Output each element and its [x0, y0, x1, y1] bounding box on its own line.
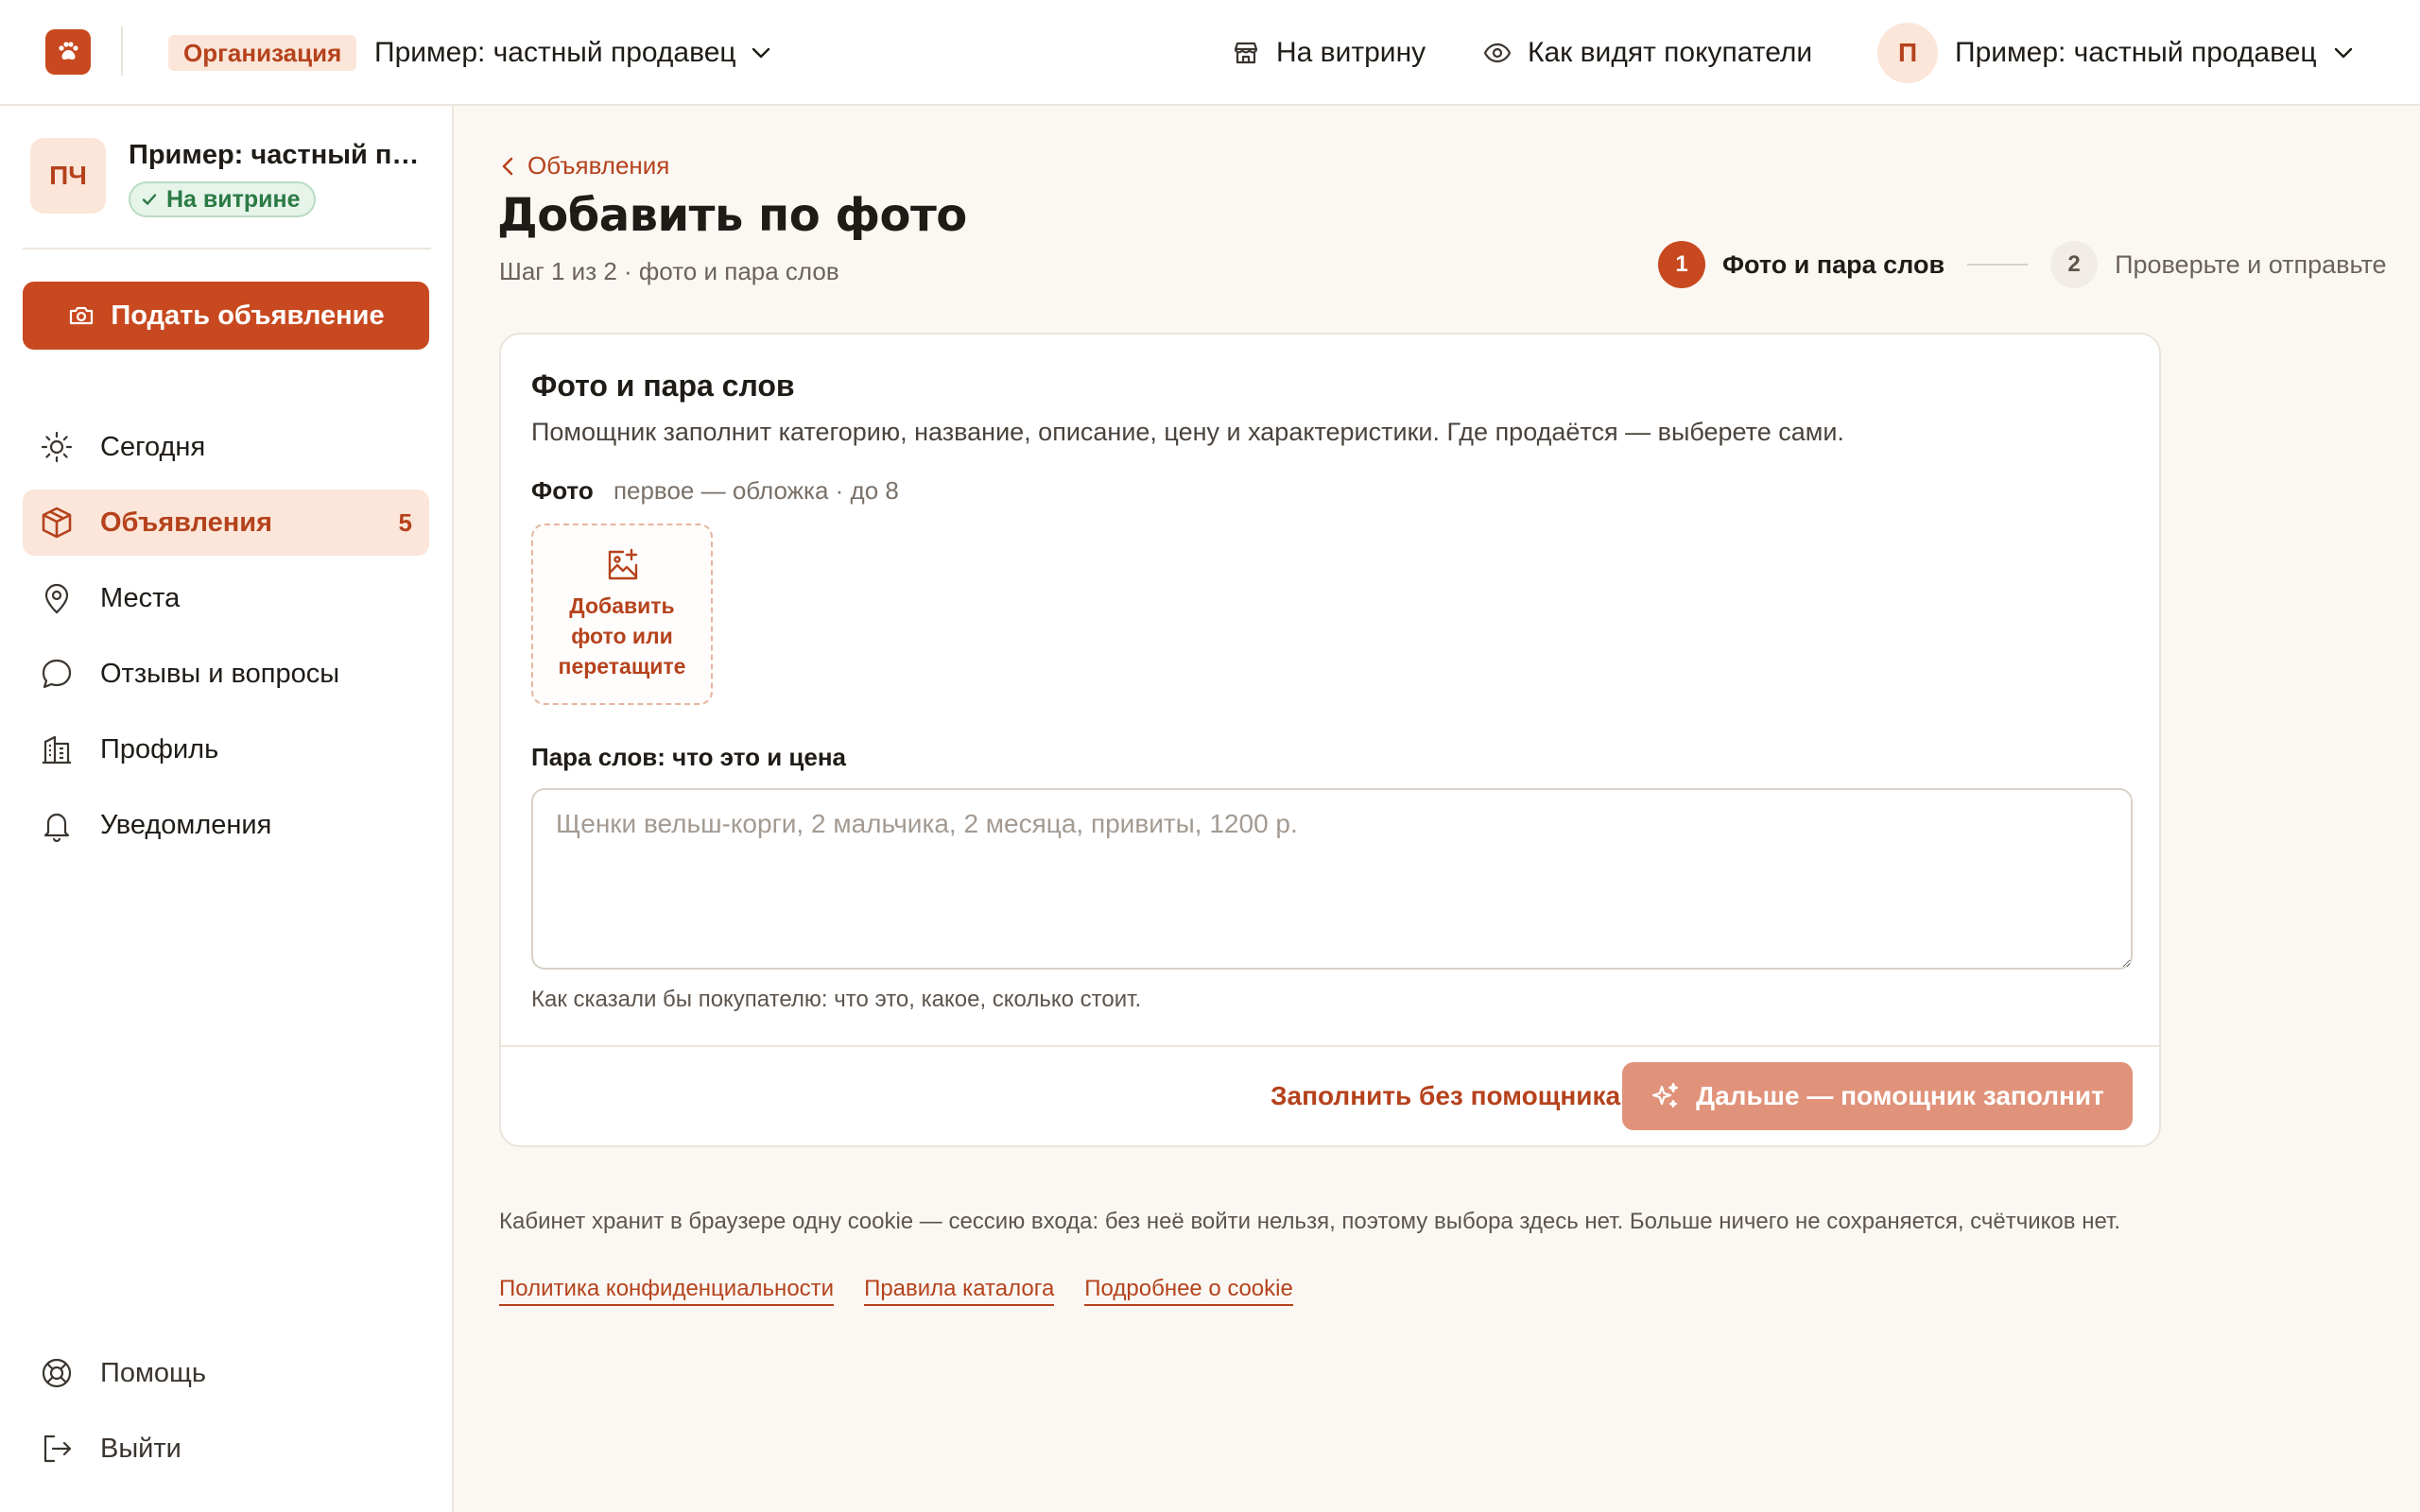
bell-icon — [38, 806, 76, 844]
card-footer-divider — [501, 1045, 2159, 1047]
storefront-link-label: На витрину — [1276, 37, 1426, 68]
building-icon — [38, 730, 76, 768]
post-listing-label: Подать объявление — [111, 300, 385, 331]
step-1-label: Фото и пара слов — [1722, 249, 1945, 279]
status-badge: На витрине — [129, 181, 316, 217]
sidebar-divider — [23, 248, 431, 249]
fill-manually-button[interactable]: Заполнить без помощника — [1248, 1062, 1643, 1130]
sidebar-item-label: Сегодня — [100, 431, 206, 462]
sidebar-item-label: Объявления — [100, 507, 273, 538]
field-hint: Как сказали бы покупателю: что это, како… — [531, 987, 1142, 1012]
chevron-left-icon — [501, 156, 514, 177]
step-1-number: 1 — [1658, 241, 1705, 288]
chevron-down-icon — [2334, 47, 2353, 59]
status-label: На витрине — [166, 185, 301, 213]
map-pin-icon — [38, 579, 76, 617]
card-description: Помощник заполнит категорию, название, о… — [531, 418, 1844, 446]
logout-icon — [38, 1430, 76, 1468]
sidebar-item-label: Отзывы и вопросы — [100, 658, 340, 689]
stepper: 1 Фото и пара слов 2 Проверьте и отправь… — [1658, 240, 2387, 289]
sidebar-item-notifications[interactable]: Уведомления — [23, 792, 429, 858]
org-name: Пример: частный продавец — [374, 37, 736, 68]
step-2-label: Проверьте и отправьте — [2115, 249, 2387, 279]
user-name: Пример: частный продавец — [1955, 37, 2317, 68]
seller-card[interactable]: ПЧ Пример: частный продавец На витрине — [30, 138, 427, 217]
next-button-label: Дальше — помощник заполнит — [1696, 1081, 2104, 1110]
sidebar-item-logout[interactable]: Выйти — [23, 1416, 429, 1482]
avatar: П — [1877, 23, 1938, 83]
sidebar-item-profile[interactable]: Профиль — [23, 716, 429, 782]
store-icon — [1231, 38, 1261, 68]
chat-icon — [38, 655, 76, 693]
lifebuoy-icon — [38, 1354, 76, 1392]
seller-avatar: ПЧ — [30, 138, 106, 214]
check-icon — [140, 190, 159, 209]
photo-form-card: Фото и пара слов Помощник заполнит катег… — [499, 333, 2161, 1147]
footer-links: Политика конфиденциальности Правила ката… — [499, 1276, 1293, 1306]
buyer-view-link-label: Как видят покупатели — [1528, 37, 1813, 68]
upload-label: Добавить фото или перетащите — [558, 593, 686, 679]
sidebar-item-places[interactable]: Места — [23, 565, 429, 631]
buyer-view-link[interactable]: Как видят покупатели — [1482, 30, 1812, 76]
photo-hint: первое — обложка · до 8 — [613, 476, 899, 505]
next-assistant-button[interactable]: Дальше — помощник заполнит — [1622, 1062, 2133, 1130]
cookie-notice: Кабинет хранит в браузере одну cookie — … — [499, 1209, 2120, 1234]
sidebar-item-label: Места — [100, 582, 181, 613]
step-connector — [1967, 264, 2029, 266]
page-subtitle: Шаг 1 из 2 · фото и пара слов — [499, 257, 839, 285]
post-listing-button[interactable]: Подать объявление — [23, 282, 429, 350]
sidebar-item-label: Профиль — [100, 733, 219, 765]
sidebar-item-label: Выйти — [100, 1433, 182, 1464]
paw-icon[interactable] — [45, 29, 91, 75]
breadcrumb-label: Объявления — [527, 151, 670, 180]
sun-icon — [38, 428, 76, 466]
description-input[interactable] — [531, 788, 2133, 970]
box-icon — [38, 504, 76, 541]
sidebar-item-label: Уведомления — [100, 809, 272, 840]
sidebar-item-listings[interactable]: Объявления 5 — [23, 490, 429, 556]
chevron-down-icon — [752, 47, 770, 59]
seller-name: Пример: частный продавец — [129, 140, 427, 170]
add-image-icon — [604, 547, 640, 583]
sidebar-item-today[interactable]: Сегодня — [23, 414, 429, 480]
sidebar-item-reviews[interactable]: Отзывы и вопросы — [23, 641, 429, 707]
storefront-link[interactable]: На витрину — [1231, 30, 1426, 76]
listings-count: 5 — [398, 507, 412, 537]
card-title: Фото и пара слов — [531, 369, 795, 403]
eye-icon — [1482, 38, 1512, 68]
org-select[interactable]: Пример: частный продавец — [374, 30, 770, 76]
sidebar: ПЧ Пример: частный продавец На витрине П… — [0, 106, 454, 1512]
org-badge: Организация — [168, 35, 357, 71]
camera-icon — [67, 301, 95, 330]
sidebar-item-help[interactable]: Помощь — [23, 1340, 429, 1406]
cookie-info-link[interactable]: Подробнее о cookie — [1084, 1276, 1293, 1306]
photo-label-row: Фото первое — обложка · до 8 — [531, 476, 899, 506]
privacy-policy-link[interactable]: Политика конфиденциальности — [499, 1276, 835, 1306]
sparkles-icon — [1651, 1081, 1681, 1111]
user-menu[interactable]: П Пример: частный продавец — [1877, 23, 2353, 83]
page-title: Добавить по фото — [497, 189, 967, 242]
top-divider — [121, 26, 123, 76]
top-bar: Организация Пример: частный продавец На … — [0, 0, 2420, 106]
step-2-number: 2 — [2050, 241, 2099, 288]
breadcrumb[interactable]: Объявления — [501, 151, 669, 180]
description-field-label: Пара слов: что это и цена — [531, 743, 847, 771]
sidebar-item-label: Помощь — [100, 1357, 207, 1388]
photo-label: Фото — [531, 476, 594, 505]
catalog-rules-link[interactable]: Правила каталога — [864, 1276, 1055, 1306]
photo-upload-dropzone[interactable]: Добавить фото или перетащите — [531, 524, 713, 705]
